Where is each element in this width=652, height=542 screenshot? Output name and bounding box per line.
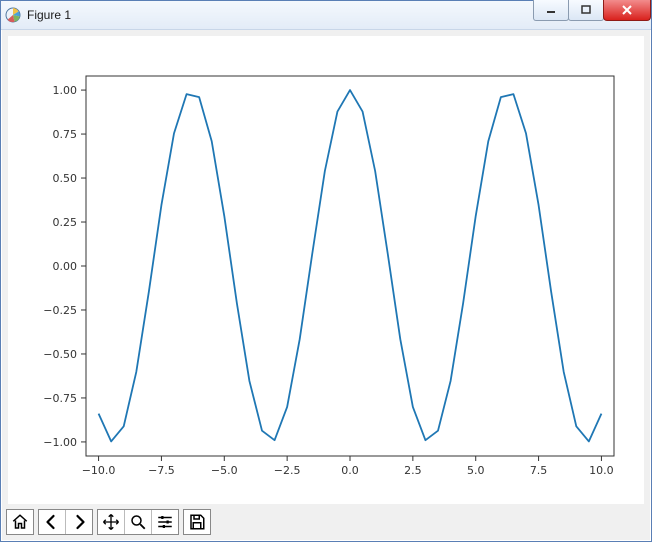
svg-text:0.25: 0.25 (53, 216, 78, 229)
svg-text:−2.5: −2.5 (274, 464, 301, 477)
floppy-icon (188, 513, 206, 531)
home-icon (11, 513, 29, 531)
figure-window: Figure 1 −10.0 −7.5 −5.0 −2.5 0.0 2.5 5.0 7.5 10… (0, 0, 652, 542)
back-button[interactable] (39, 510, 65, 534)
configure-button[interactable] (151, 510, 178, 534)
window-title: Figure 1 (27, 8, 71, 22)
save-button[interactable] (184, 510, 210, 534)
svg-text:2.5: 2.5 (404, 464, 422, 477)
svg-text:−5.0: −5.0 (211, 464, 238, 477)
svg-text:0.75: 0.75 (53, 128, 78, 141)
close-button[interactable] (603, 0, 651, 21)
figure-canvas[interactable]: −10.0 −7.5 −5.0 −2.5 0.0 2.5 5.0 7.5 10.0 −1.00 −0… (8, 36, 644, 504)
svg-text:−0.50: −0.50 (43, 348, 77, 361)
maximize-button[interactable] (568, 0, 604, 21)
matplotlib-icon (5, 7, 21, 23)
magnifier-icon (129, 513, 147, 531)
sliders-icon (156, 513, 174, 531)
move-icon (102, 513, 120, 531)
pan-button[interactable] (98, 510, 124, 534)
chart-svg: −10.0 −7.5 −5.0 −2.5 0.0 2.5 5.0 7.5 10.0 −1.00 −0… (8, 36, 644, 504)
svg-text:0.00: 0.00 (53, 260, 78, 273)
svg-text:0.50: 0.50 (53, 172, 78, 185)
svg-text:5.0: 5.0 (467, 464, 485, 477)
window-content: −10.0 −7.5 −5.0 −2.5 0.0 2.5 5.0 7.5 10.0 −1.00 −0… (2, 30, 650, 540)
forward-button[interactable] (65, 510, 92, 534)
svg-text:−0.25: −0.25 (43, 304, 77, 317)
svg-text:−1.00: −1.00 (43, 436, 77, 449)
svg-text:−0.75: −0.75 (43, 392, 77, 405)
svg-text:−10.0: −10.0 (82, 464, 116, 477)
svg-text:−7.5: −7.5 (148, 464, 175, 477)
navigation-toolbar (6, 508, 211, 536)
arrow-left-icon (43, 513, 61, 531)
svg-text:0.0: 0.0 (341, 464, 359, 477)
minimize-button[interactable] (533, 0, 569, 21)
titlebar[interactable]: Figure 1 (1, 1, 651, 30)
svg-text:10.0: 10.0 (589, 464, 614, 477)
svg-text:1.00: 1.00 (53, 84, 78, 97)
zoom-button[interactable] (124, 510, 151, 534)
svg-text:7.5: 7.5 (530, 464, 548, 477)
window-controls (534, 0, 651, 21)
arrow-right-icon (70, 513, 88, 531)
home-button[interactable] (7, 510, 33, 534)
